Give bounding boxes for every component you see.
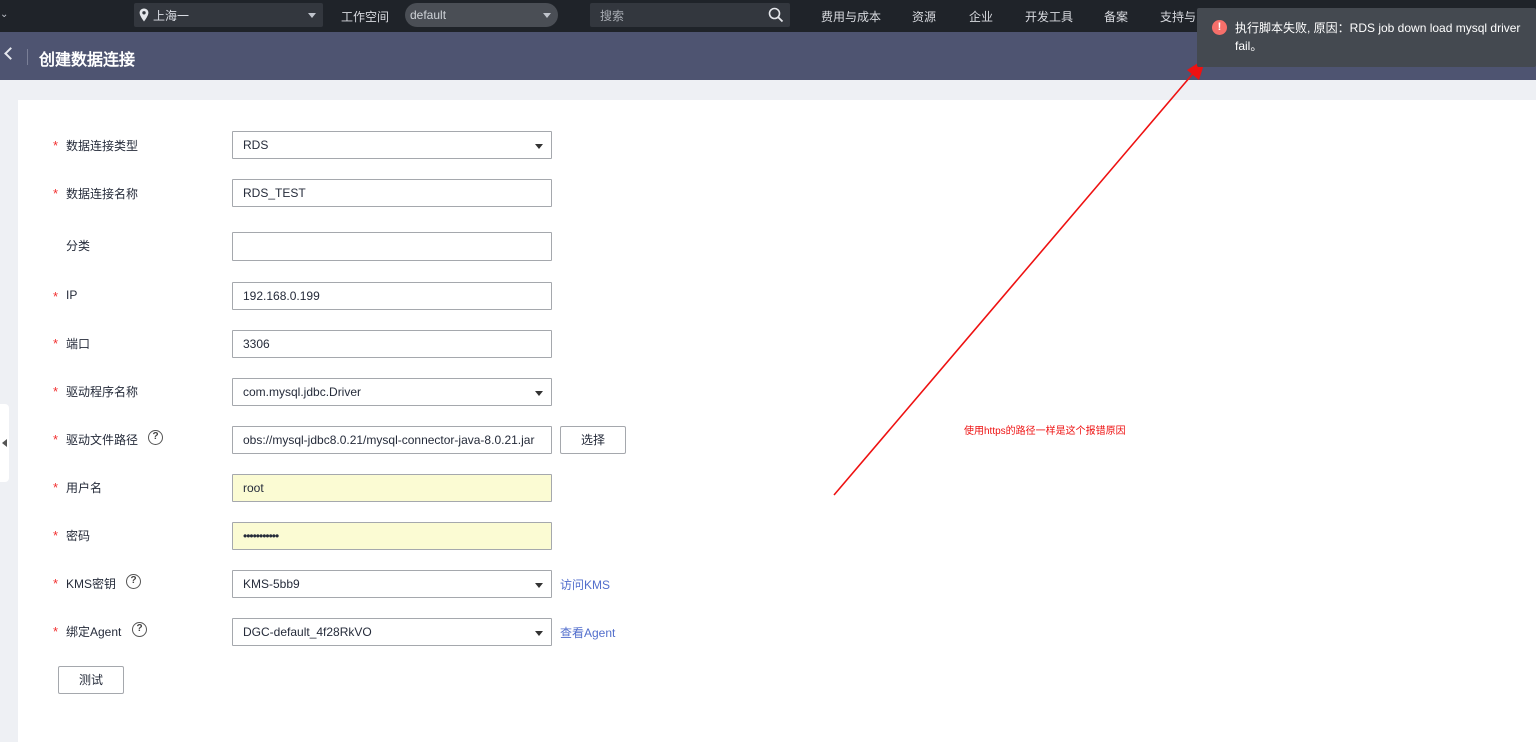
toast-message: 执行脚本失败, 原因：RDS job down load mysql drive… (1235, 21, 1521, 53)
error-icon: ! (1212, 20, 1227, 35)
error-toast: ! 执行脚本失败, 原因：RDS job down load mysql dri… (1197, 8, 1536, 67)
annotation-arrow (833, 58, 1206, 496)
